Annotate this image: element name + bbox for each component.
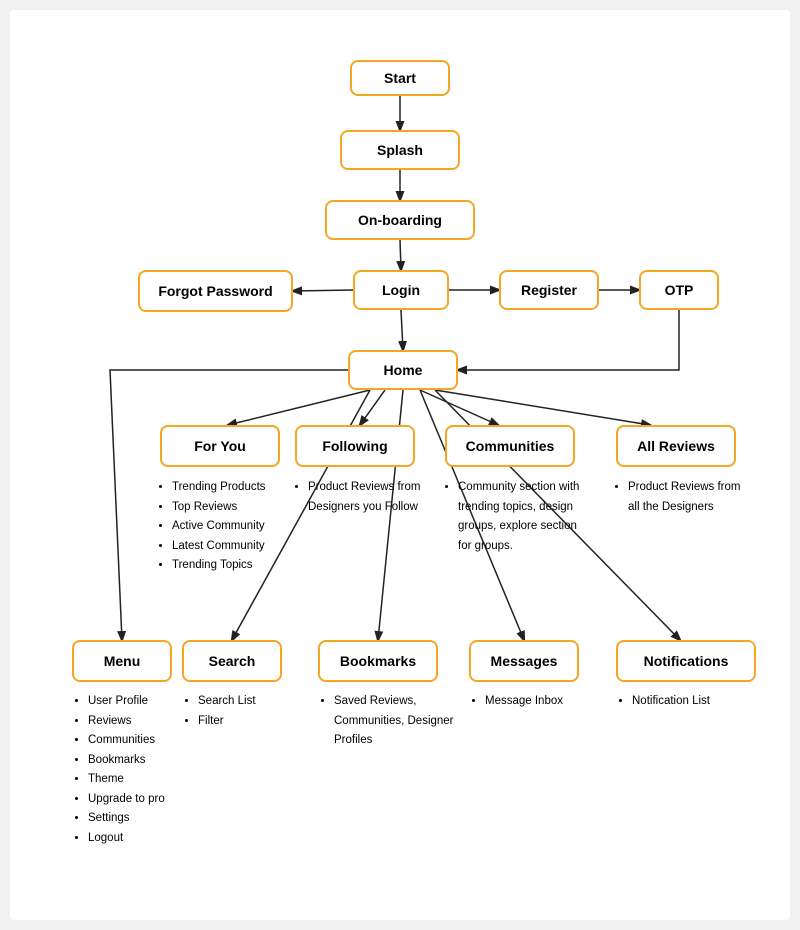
node-allreviews: All Reviews [616, 425, 736, 467]
list-item: Filter [198, 712, 302, 732]
bullets-notifications: Notification List [616, 692, 756, 712]
list-item: Product Reviews from all the Designers [628, 478, 752, 517]
bullets-foryou: Trending ProductsTop ReviewsActive Commu… [156, 478, 286, 576]
node-start: Start [350, 60, 450, 96]
list-item: Saved Reviews, Communities, Designer Pro… [334, 692, 458, 751]
list-item: Upgrade to pro [88, 790, 202, 810]
bullets-communities: Community section with trending topics, … [442, 478, 592, 556]
list-item: Search List [198, 692, 302, 712]
list-item: Product Reviews from Designers you Follo… [308, 478, 432, 517]
node-login: Login [353, 270, 449, 310]
list-item: Message Inbox [485, 692, 599, 712]
bullets-following: Product Reviews from Designers you Follo… [292, 478, 432, 517]
node-search: Search [182, 640, 282, 682]
canvas: Start Splash On-boarding Login Forgot Pa… [10, 10, 790, 920]
node-communities: Communities [445, 425, 575, 467]
node-otp: OTP [639, 270, 719, 310]
node-foryou: For You [160, 425, 280, 467]
list-item: Communities [88, 731, 202, 751]
list-item: Latest Community [172, 537, 286, 557]
flowchart: Start Splash On-boarding Login Forgot Pa… [20, 30, 780, 900]
list-item: Community section with trending topics, … [458, 478, 592, 556]
node-splash: Splash [340, 130, 460, 170]
list-item: Trending Topics [172, 556, 286, 576]
list-item: Logout [88, 829, 202, 849]
node-messages: Messages [469, 640, 579, 682]
node-notifications: Notifications [616, 640, 756, 682]
node-forgotpw: Forgot Password [138, 270, 293, 312]
node-following: Following [295, 425, 415, 467]
list-item: Notification List [632, 692, 756, 712]
list-item: Top Reviews [172, 498, 286, 518]
list-item: Trending Products [172, 478, 286, 498]
node-menu: Menu [72, 640, 172, 682]
bullets-allreviews: Product Reviews from all the Designers [612, 478, 752, 517]
node-onboarding: On-boarding [325, 200, 475, 240]
list-item: Active Community [172, 517, 286, 537]
node-register: Register [499, 270, 599, 310]
list-item: Settings [88, 809, 202, 829]
node-home: Home [348, 350, 458, 390]
node-bookmarks: Bookmarks [318, 640, 438, 682]
bullets-search: Search ListFilter [182, 692, 302, 731]
bullets-bookmarks: Saved Reviews, Communities, Designer Pro… [318, 692, 458, 751]
list-item: Theme [88, 770, 202, 790]
bullets-messages: Message Inbox [469, 692, 599, 712]
list-item: Bookmarks [88, 751, 202, 771]
